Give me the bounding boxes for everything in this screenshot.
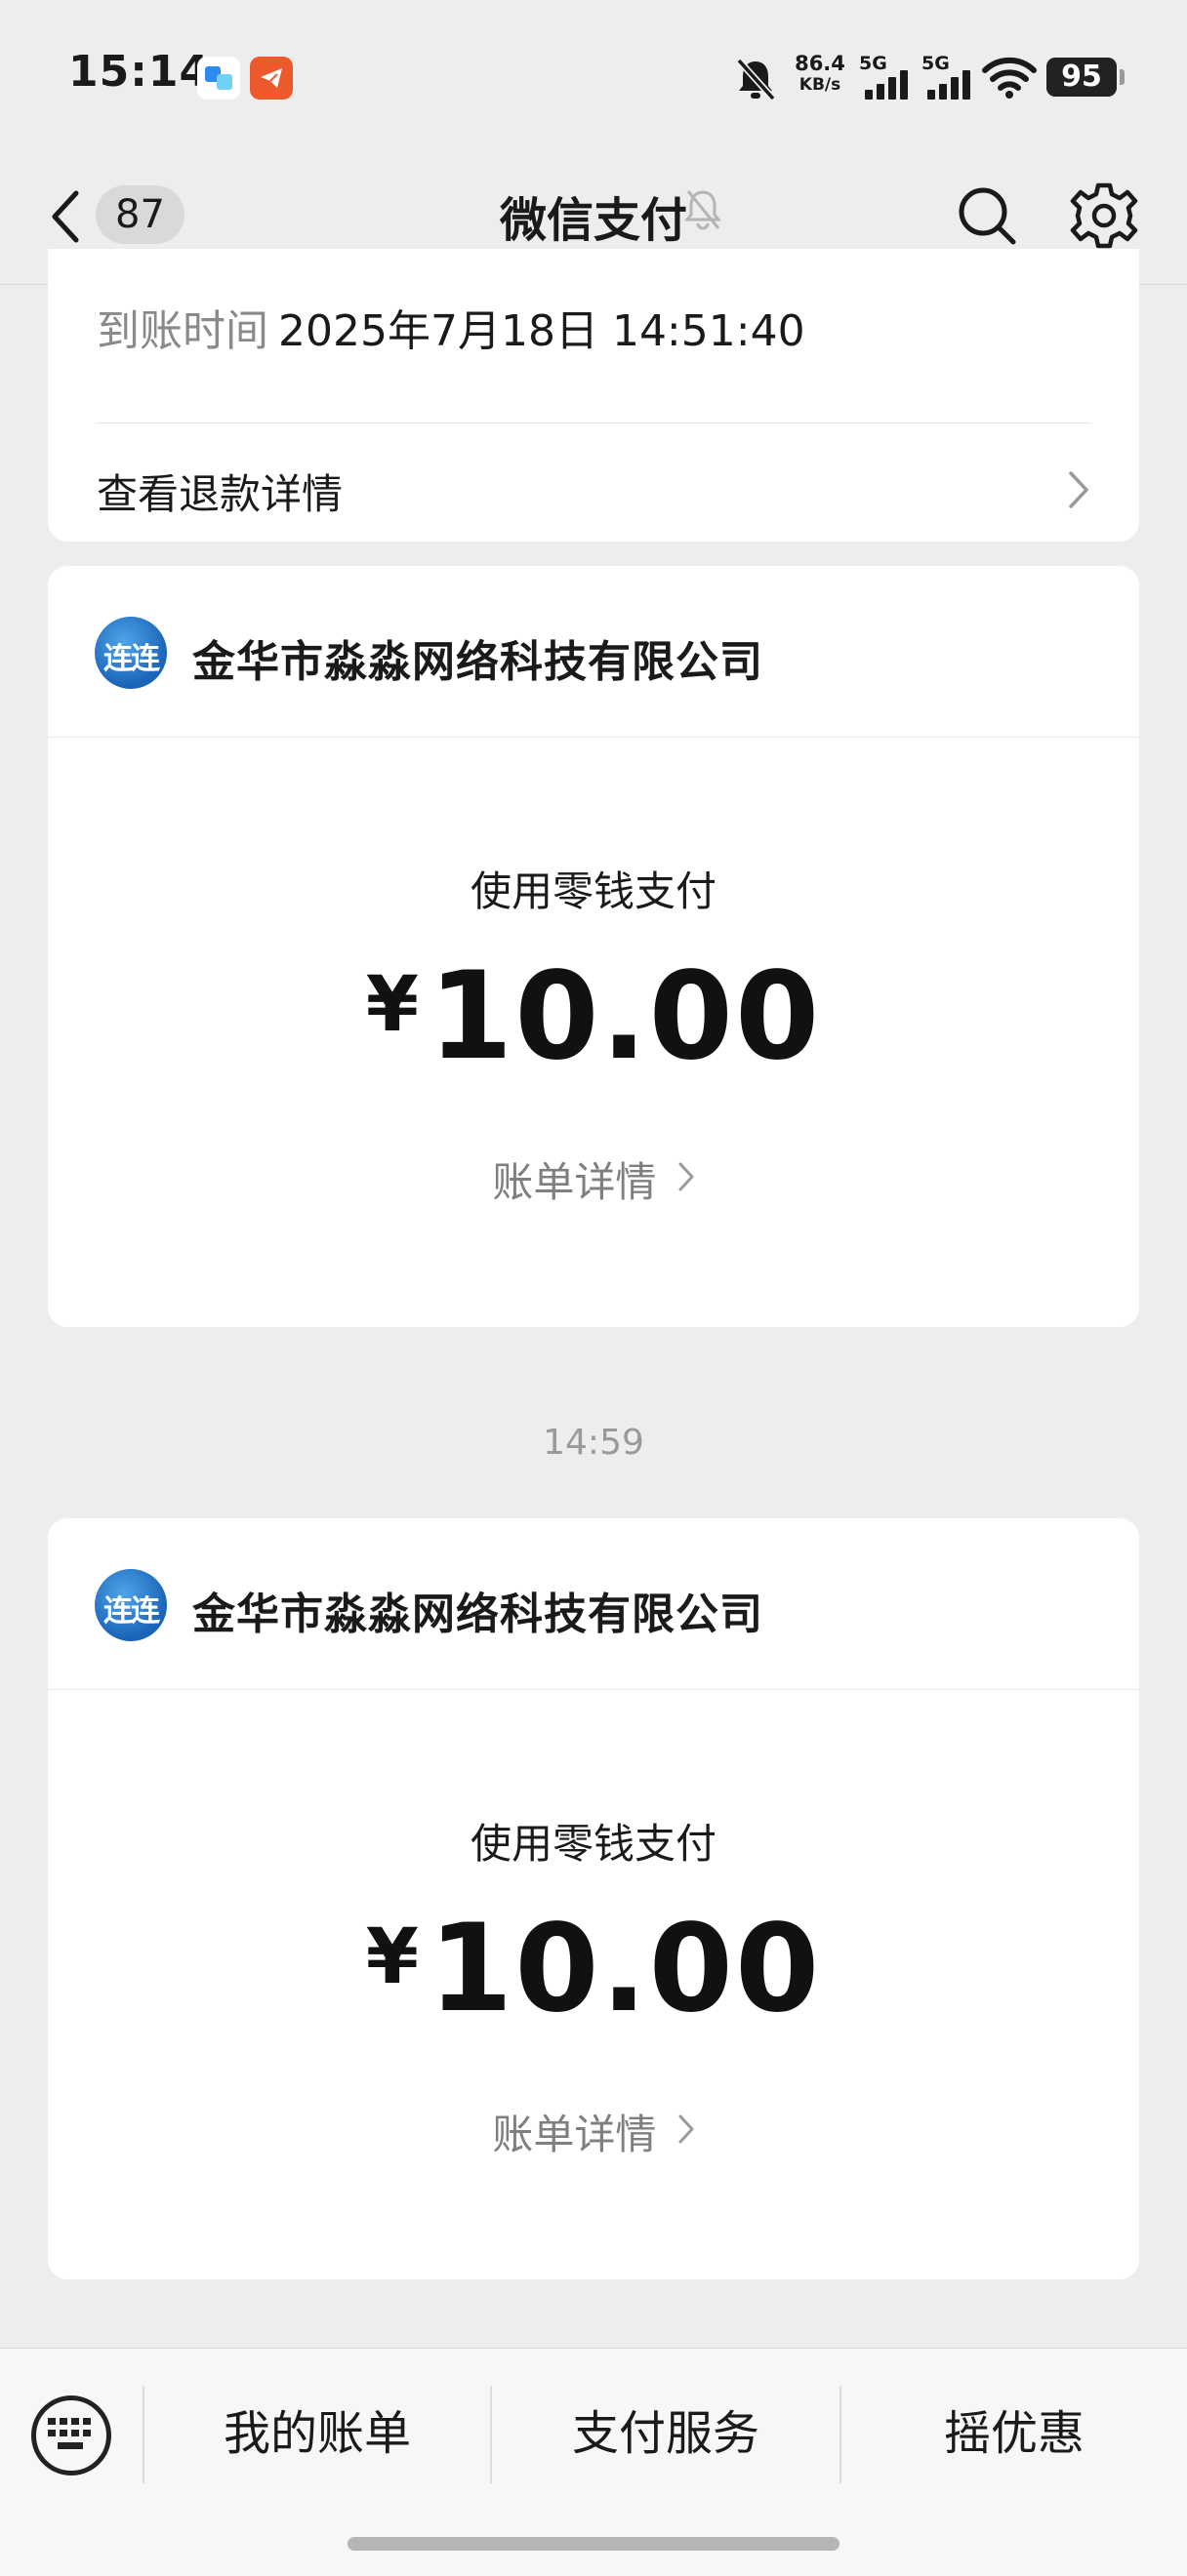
amount-value: 10.00 (429, 946, 822, 1087)
telegram-app-icon (250, 57, 293, 100)
battery-icon: 95 (1046, 58, 1125, 97)
merchant-name: 金华市淼淼网络科技有限公司 (192, 637, 763, 687)
merchant-logo-text: 连连 (103, 1594, 160, 1629)
menu-item-my-bills[interactable]: 我的账单 (144, 2390, 490, 2477)
signal-icon: 5G (921, 53, 976, 100)
payment-card: 连连 金华市淼淼网络科技有限公司 使用零钱支付 ¥10.00 账单详情 (48, 1518, 1139, 2279)
settings-icon[interactable] (1070, 181, 1138, 250)
network-speed-value: 86.4 (795, 52, 845, 75)
payment-card: 连连 金华市淼淼网络科技有限公司 使用零钱支付 ¥10.00 账单详情 (48, 566, 1139, 1327)
bill-details-link[interactable]: 账单详情 (48, 1149, 1139, 1209)
network-speed: 86.4 KB/s (791, 53, 849, 96)
chevron-right-icon (1069, 471, 1088, 508)
menu-item-payment-services[interactable]: 支付服务 (492, 2390, 839, 2477)
merchant-header: 连连 金华市淼淼网络科技有限公司 (48, 566, 1139, 738)
currency-symbol: ¥ (365, 1913, 420, 2001)
bill-details-label: 账单详情 (492, 2111, 657, 2158)
payment-amount: ¥10.00 (48, 1899, 1139, 2039)
mute-icon (683, 190, 722, 230)
signal-icon: 5G (859, 53, 914, 100)
refund-details-label: 查看退款详情 (97, 470, 344, 518)
payment-method: 使用零钱支付 (470, 1820, 716, 1868)
message-timestamp: 14:59 (543, 1423, 644, 1463)
amount-value: 10.00 (429, 1899, 822, 2039)
currency-symbol: ¥ (365, 961, 420, 1049)
refund-card: 到账时间 2025年7月18日 14:51:40 查看退款详情 (48, 249, 1139, 542)
payment-amount: ¥10.00 (48, 946, 1139, 1087)
merchant-logo: 连连 (95, 1569, 167, 1641)
arrival-time-row: 到账时间 2025年7月18日 14:51:40 (97, 296, 805, 358)
merchant-header: 连连 金华市淼淼网络科技有限公司 (48, 1518, 1139, 1690)
payment-method: 使用零钱支付 (470, 867, 716, 915)
home-indicator[interactable] (348, 2537, 839, 2551)
merchant-name: 金华市淼淼网络科技有限公司 (192, 1590, 763, 1639)
keyboard-icon (48, 2418, 91, 2449)
merchant-logo: 连连 (95, 617, 167, 689)
chevron-right-icon (678, 1162, 694, 1191)
chevron-right-icon (678, 2114, 694, 2144)
bill-details-link[interactable]: 账单详情 (48, 2102, 1139, 2161)
wifi-icon (982, 57, 1037, 99)
status-bar: 15:14 86.4 KB/s 5G 5G 95 (0, 0, 1187, 146)
keyboard-toggle-button[interactable] (31, 2395, 111, 2475)
merchant-logo-text: 连连 (103, 642, 160, 676)
network-speed-unit: KB/s (798, 75, 841, 95)
arrival-time-label: 到账时间 (97, 306, 268, 356)
bill-details-label: 账单详情 (492, 1158, 657, 1206)
menu-item-shake-offers[interactable]: 摇优惠 (841, 2390, 1187, 2477)
arrival-time-value: 2025年7月18日 14:51:40 (278, 306, 805, 356)
bell-off-icon (736, 58, 776, 101)
notification-app-icon (197, 57, 240, 100)
refund-details-link[interactable]: 查看退款详情 (48, 444, 1139, 532)
search-icon[interactable] (955, 183, 1019, 248)
status-time: 15:14 (68, 47, 211, 97)
